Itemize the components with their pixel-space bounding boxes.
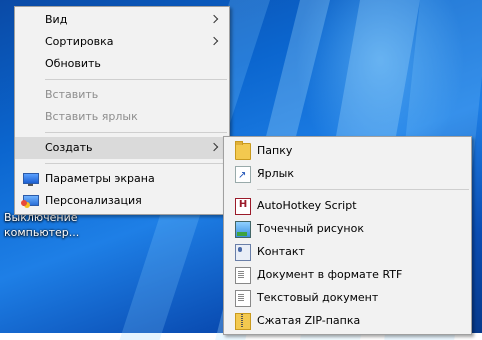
shortcut-icon [235, 164, 251, 187]
submenu-item-label: Папку [257, 144, 293, 157]
menu-item-refresh[interactable]: Обновить [15, 53, 229, 75]
menu-item-label: Обновить [45, 57, 101, 70]
menu-separator [45, 163, 227, 164]
submenu-item-text-document[interactable]: Текстовый документ [224, 286, 471, 309]
create-submenu: Папку Ярлык H AutoHotkey Script Точечный… [223, 136, 472, 335]
chevron-right-icon [209, 36, 219, 46]
menu-item-paste-shortcut: Вставить ярлык [15, 106, 229, 128]
menu-item-display-settings[interactable]: Параметры экрана [15, 168, 229, 190]
menu-item-label: Создать [45, 141, 93, 154]
submenu-item-label: Документ в формате RTF [257, 268, 403, 281]
rtf-document-icon [235, 267, 251, 284]
submenu-item-shortcut[interactable]: Ярлык [224, 162, 471, 187]
menu-item-label: Параметры экрана [45, 172, 155, 185]
desktop-context-menu: Вид Сортировка Обновить Вставить Вставит… [14, 6, 230, 215]
submenu-item-label: Контакт [257, 245, 305, 258]
submenu-item-zip-folder[interactable]: Сжатая ZIP-папка [224, 309, 471, 332]
submenu-item-bitmap[interactable]: Точечный рисунок [224, 217, 471, 240]
personalize-icon [21, 195, 39, 206]
menu-item-label: Вставить ярлык [45, 110, 138, 123]
bitmap-icon [235, 221, 251, 238]
monitor-icon [23, 173, 39, 186]
zip-folder-icon [235, 313, 251, 330]
menu-item-create[interactable]: Создать [15, 137, 229, 159]
submenu-item-contact[interactable]: Контакт [224, 240, 471, 263]
menu-separator [45, 132, 227, 133]
menu-item-label: Вставить [45, 88, 99, 101]
submenu-item-autohotkey-script[interactable]: H AutoHotkey Script [224, 194, 471, 217]
menu-item-label: Сортировка [45, 35, 114, 48]
folder-icon [235, 141, 251, 160]
submenu-item-label: Сжатая ZIP-папка [257, 314, 361, 327]
menu-item-label: Персонализация [45, 194, 142, 207]
menu-item-view[interactable]: Вид [15, 9, 229, 31]
submenu-item-label: Ярлык [257, 167, 294, 180]
submenu-item-rtf-document[interactable]: Документ в формате RTF [224, 263, 471, 286]
contact-icon [235, 244, 251, 261]
menu-item-label: Вид [45, 13, 68, 26]
menu-separator [45, 79, 227, 80]
autohotkey-icon: H [235, 198, 251, 215]
submenu-item-label: Текстовый документ [257, 291, 379, 304]
menu-separator [257, 189, 469, 190]
menu-item-sort[interactable]: Сортировка [15, 31, 229, 53]
menu-item-personalization[interactable]: Персонализация [15, 190, 229, 212]
chevron-right-icon [209, 142, 219, 152]
chevron-right-icon [209, 14, 219, 24]
submenu-item-label: Точечный рисунок [257, 222, 364, 235]
submenu-item-folder[interactable]: Папку [224, 139, 471, 162]
menu-item-paste: Вставить [15, 84, 229, 106]
submenu-item-label: AutoHotkey Script [257, 199, 357, 212]
text-document-icon [235, 290, 251, 307]
